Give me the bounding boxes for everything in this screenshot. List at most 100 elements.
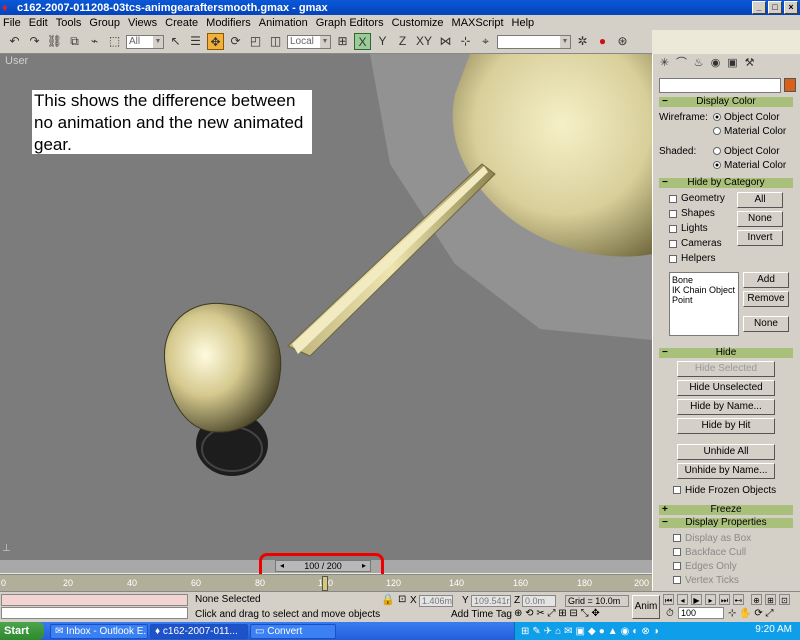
list-item[interactable]: Point bbox=[672, 295, 736, 305]
menu-graph-editors[interactable]: Graph Editors bbox=[316, 17, 384, 29]
menu-views[interactable]: Views bbox=[128, 17, 157, 29]
helpers-checkbox[interactable] bbox=[669, 254, 677, 263]
time-slider-thumb[interactable] bbox=[322, 576, 328, 591]
hide-by-name-button[interactable]: Hide by Name... bbox=[677, 399, 775, 415]
hide-by-category-rollout-header[interactable]: − Hide by Category bbox=[659, 178, 793, 188]
select-rotate-icon[interactable]: ⟳ bbox=[227, 33, 244, 50]
pivot-center-icon[interactable]: ⊞ bbox=[334, 33, 351, 50]
tray-icons[interactable]: ⊞✎✈⌂✉▣◆●▲◉◐⊗◑ bbox=[521, 626, 662, 637]
material-editor-icon[interactable]: ✲ bbox=[574, 33, 591, 50]
menu-modifiers[interactable]: Modifiers bbox=[206, 17, 251, 29]
mirror-icon[interactable]: ⋈ bbox=[437, 33, 454, 50]
hierarchy-tab-icon[interactable]: ♨ bbox=[691, 56, 706, 70]
add-time-tag-button[interactable]: Add Time Tag bbox=[451, 609, 512, 620]
none-button[interactable]: None bbox=[737, 211, 783, 227]
axis-constraint-xy-button[interactable]: XY bbox=[414, 33, 434, 50]
shapes-checkbox[interactable] bbox=[669, 209, 677, 218]
selection-filter-select[interactable]: All ▼ bbox=[126, 34, 164, 49]
backface-cull-checkbox[interactable] bbox=[673, 548, 681, 556]
list-item[interactable]: IK Chain Object bbox=[672, 285, 736, 295]
axis-constraint-z-button[interactable]: Z bbox=[394, 33, 411, 50]
selection-center-icon[interactable]: ◫ bbox=[267, 33, 284, 50]
time-config-icon[interactable]: ⏱ bbox=[666, 608, 674, 619]
render-icon[interactable]: ● bbox=[594, 33, 611, 50]
select-region-icon[interactable]: ⬚ bbox=[106, 33, 123, 50]
select-by-name-icon[interactable]: ☰ bbox=[187, 33, 204, 50]
undo-icon[interactable]: ↶ bbox=[6, 33, 23, 50]
named-selection-select[interactable]: ▼ bbox=[497, 34, 571, 49]
z-coord-field[interactable]: 0.0m bbox=[522, 595, 556, 607]
object-color-swatch[interactable] bbox=[784, 78, 796, 92]
track-bar[interactable]: 0 20 40 60 80 100 120 140 160 180 200 bbox=[0, 574, 652, 591]
align-icon[interactable]: ⊹ bbox=[457, 33, 474, 50]
hide-unselected-button[interactable]: Hide Unselected bbox=[677, 380, 775, 396]
modify-tab-icon[interactable]: ⌒ bbox=[674, 56, 689, 70]
menu-customize[interactable]: Customize bbox=[392, 17, 444, 29]
current-frame-input[interactable]: 100 bbox=[678, 607, 724, 619]
key-mode-icon[interactable]: ⊷ bbox=[733, 594, 744, 605]
gmax-app-icon[interactable]: ♦ bbox=[2, 2, 14, 14]
redo-icon[interactable]: ↷ bbox=[26, 33, 43, 50]
hide-by-hit-button[interactable]: Hide by Hit bbox=[677, 418, 775, 434]
menu-maxscript[interactable]: MAXScript bbox=[452, 17, 504, 29]
menu-create[interactable]: Create bbox=[165, 17, 198, 29]
bind-space-warp-icon[interactable]: ⌁ bbox=[86, 33, 103, 50]
menu-help[interactable]: Help bbox=[512, 17, 535, 29]
maxscript-input-field[interactable] bbox=[1, 607, 188, 619]
axis-constraint-y-button[interactable]: Y bbox=[374, 33, 391, 50]
minimize-button[interactable]: _ bbox=[752, 1, 766, 14]
utilities-tab-icon[interactable]: ⚒ bbox=[742, 56, 757, 70]
zoom-all-icon[interactable]: ⊞ bbox=[765, 594, 776, 605]
display-as-box-checkbox[interactable] bbox=[673, 534, 681, 542]
prev-key-icon[interactable]: ◂ bbox=[677, 594, 688, 605]
viewport-user[interactable]: User This shows the difference between n… bbox=[0, 54, 652, 560]
display-color-rollout-header[interactable]: − Display Color bbox=[659, 97, 793, 107]
display-tab-icon[interactable]: ▣ bbox=[725, 56, 740, 70]
lock-selection-icon[interactable]: 🔒 bbox=[381, 593, 395, 606]
shaded-material-color-radio[interactable] bbox=[713, 161, 721, 169]
link-icon[interactable]: ⛓ bbox=[46, 33, 63, 50]
next-key-icon[interactable]: ▸ bbox=[705, 594, 716, 605]
all-button[interactable]: All bbox=[737, 192, 783, 208]
hide-selected-button[interactable]: Hide Selected bbox=[677, 361, 775, 377]
wireframe-material-color-radio[interactable] bbox=[713, 127, 721, 135]
menu-edit[interactable]: Edit bbox=[29, 17, 48, 29]
lights-checkbox[interactable] bbox=[669, 224, 677, 233]
go-to-end-icon[interactable]: ⏭ bbox=[719, 594, 730, 605]
zoom-extents-icon[interactable]: ⊡ bbox=[779, 594, 790, 605]
menu-file[interactable]: File bbox=[3, 17, 21, 29]
taskbar-item-convert[interactable]: ▭ Convert bbox=[250, 623, 336, 639]
wireframe-object-color-radio[interactable] bbox=[713, 113, 721, 121]
zoom-icon[interactable]: ⊕ bbox=[751, 594, 762, 605]
snap-icon[interactable]: ⌖ bbox=[477, 33, 494, 50]
taskbar-item-gmax[interactable]: ♦ c162-2007-011... bbox=[150, 623, 248, 639]
maximize-button[interactable]: □ bbox=[768, 1, 782, 14]
animate-button[interactable]: Anim bbox=[632, 595, 660, 619]
close-button[interactable]: × bbox=[784, 1, 798, 14]
object-name-field[interactable] bbox=[659, 77, 782, 93]
cameras-checkbox[interactable] bbox=[669, 239, 677, 248]
select-object-icon[interactable]: ↖ bbox=[167, 33, 184, 50]
freeze-rollout-header[interactable]: + Freeze bbox=[659, 505, 793, 515]
menu-group[interactable]: Group bbox=[89, 17, 120, 29]
maxscript-listener-field[interactable] bbox=[1, 594, 188, 606]
y-coord-field[interactable]: 109.541r bbox=[471, 595, 511, 607]
geometry-checkbox[interactable] bbox=[669, 194, 677, 203]
create-tab-icon[interactable]: ✳ bbox=[657, 56, 672, 70]
none-list-button[interactable]: None bbox=[743, 316, 789, 332]
hide-rollout-header[interactable]: − Hide bbox=[659, 348, 793, 358]
display-properties-rollout-header[interactable]: − Display Properties bbox=[659, 518, 793, 528]
shaded-object-color-radio[interactable] bbox=[713, 147, 721, 155]
unlink-icon[interactable]: ⧉ bbox=[66, 33, 83, 50]
absolute-mode-icon[interactable]: ⊡ bbox=[398, 594, 406, 605]
menu-tools[interactable]: Tools bbox=[56, 17, 82, 29]
unhide-by-name-button[interactable]: Unhide by Name... bbox=[677, 463, 775, 479]
viewport-label[interactable]: User bbox=[5, 55, 28, 67]
add-button[interactable]: Add bbox=[743, 272, 789, 288]
remove-button[interactable]: Remove bbox=[743, 291, 789, 307]
play-icon[interactable]: ▶ bbox=[691, 594, 702, 605]
motion-tab-icon[interactable]: ◉ bbox=[708, 56, 723, 70]
clock[interactable]: 9:20 AM bbox=[755, 624, 792, 635]
axis-constraint-x-button[interactable]: X bbox=[354, 33, 371, 50]
select-scale-icon[interactable]: ◰ bbox=[247, 33, 264, 50]
